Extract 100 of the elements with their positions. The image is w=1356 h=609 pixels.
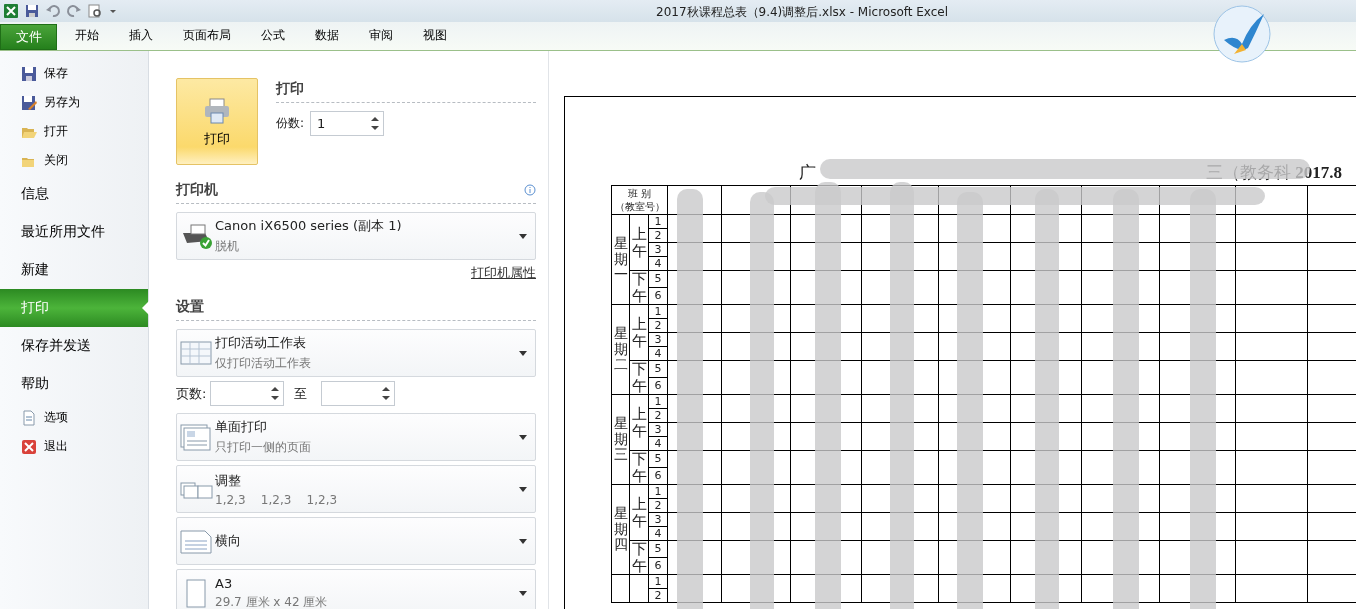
option-subtitle: 只打印一侧的页面: [215, 439, 312, 456]
save-icon[interactable]: [24, 3, 40, 19]
pages-label: 页数:: [176, 384, 207, 403]
period-number: 2: [648, 498, 668, 513]
nav-item[interactable]: 信息: [0, 175, 148, 213]
dropdown-caret-icon: [519, 590, 527, 596]
close-icon: [21, 438, 37, 455]
save-as-icon: [21, 94, 37, 111]
period-number: 5: [648, 360, 668, 378]
period-number: 1: [648, 574, 668, 589]
period-number: 2: [648, 228, 668, 243]
weekday-label: 星期一: [613, 236, 628, 283]
copies-label: 份数:: [276, 115, 305, 132]
nav-item[interactable]: 最近所用文件: [0, 213, 148, 251]
page-from-spinner[interactable]: [210, 381, 285, 406]
settings-dropdown[interactable]: 打印活动工作表 仅打印活动工作表: [176, 329, 536, 377]
nav-item[interactable]: 保存并发送: [0, 327, 148, 365]
settings-dropdown[interactable]: 调整 1,2,3 1,2,3 1,2,3: [176, 465, 536, 513]
option-subtitle: 仅打印活动工作表: [215, 355, 312, 372]
half-day-label: 上午: [631, 226, 647, 259]
dropdown-caret-icon: [519, 350, 527, 356]
page-to-spinner[interactable]: [321, 381, 396, 406]
section-heading: 打印: [276, 80, 305, 98]
printer-dropdown[interactable]: Canon iX6500 series (副本 1) 脱机: [176, 212, 536, 260]
option-title: 横向: [215, 532, 242, 550]
printer-status: 脱机: [215, 238, 240, 255]
half-day-label: 下午: [631, 271, 647, 304]
file-tab[interactable]: 文件: [0, 24, 57, 50]
period-number: 4: [648, 436, 668, 451]
half-day-label: 下午: [631, 451, 647, 484]
option-title: 打印活动工作表: [215, 334, 307, 352]
period-number: 1: [648, 304, 668, 319]
info-icon[interactable]: [524, 184, 536, 196]
print-button[interactable]: 打印: [176, 78, 258, 165]
nav-command[interactable]: 打开: [0, 117, 148, 146]
dropdown-caret-icon: [519, 538, 527, 544]
excel-icon[interactable]: [3, 3, 19, 19]
period-number: 3: [648, 242, 668, 257]
option-title: 单面打印: [215, 418, 268, 436]
document-icon: [21, 409, 37, 426]
printer-name: Canon iX6500 series (副本 1): [215, 217, 403, 235]
copies-spinner[interactable]: 1: [310, 111, 385, 136]
dropdown-caret-icon: [519, 434, 527, 440]
option-title: A3: [215, 575, 234, 591]
period-number: 3: [648, 332, 668, 347]
period-number: 4: [648, 256, 668, 271]
nav-item[interactable]: 帮助: [0, 365, 148, 403]
undo-icon[interactable]: [45, 3, 61, 19]
ribbon-tab[interactable]: 开始: [59, 27, 111, 50]
weekday-label: 星期二: [613, 326, 628, 373]
half-day-label: 上午: [631, 316, 647, 349]
nav-command[interactable]: 选项: [0, 403, 148, 432]
section-heading: 打印机: [176, 181, 218, 199]
printer-properties-link[interactable]: 打印机属性: [471, 264, 536, 282]
nav-item[interactable]: 新建: [0, 251, 148, 289]
ribbon-tab[interactable]: 审阅: [353, 27, 405, 50]
sheet-grid-icon: [179, 338, 213, 368]
period-number: 2: [648, 408, 668, 423]
option-title: 调整: [215, 471, 242, 490]
half-day-label: 下午: [631, 541, 647, 574]
save-icon: [21, 65, 37, 82]
nav-command[interactable]: 保存: [0, 59, 148, 88]
period-number: 1: [648, 484, 668, 499]
period-number: 5: [648, 270, 668, 288]
ribbon-tab[interactable]: 插入: [113, 27, 165, 50]
weekday-label: 星期三: [613, 416, 628, 463]
option-subtitle: 29.7 厘米 x 42 厘米: [215, 593, 329, 609]
period-number: 2: [648, 318, 668, 333]
print-preview-icon[interactable]: [87, 3, 103, 19]
half-day-label: 上午: [631, 406, 647, 439]
printer-icon: [202, 95, 232, 126]
period-number: 2: [648, 588, 668, 603]
period-number: 5: [648, 450, 668, 468]
period-number: 1: [648, 214, 668, 229]
nav-command[interactable]: 另存为: [0, 88, 148, 117]
ribbon-tab[interactable]: 视图: [407, 27, 459, 50]
period-number: 5: [648, 540, 668, 558]
ribbon-tab[interactable]: 页面布局: [167, 27, 243, 50]
section-heading: 设置: [176, 298, 204, 316]
option-subtitle: 1,2,3 1,2,3 1,2,3: [215, 492, 339, 507]
pages-icon: [179, 422, 213, 452]
table-header-cell: 班 别 （教室号）: [611, 185, 668, 215]
nav-command[interactable]: 退出: [0, 432, 148, 461]
settings-dropdown[interactable]: 单面打印 只打印一侧的页面: [176, 413, 536, 461]
dropdown-caret-icon: [519, 233, 527, 239]
half-day-label: 上午: [631, 496, 647, 529]
settings-dropdown[interactable]: A3 29.7 厘米 x 42 厘米: [176, 569, 536, 609]
dropdown-caret-icon: [519, 486, 527, 492]
redo-icon[interactable]: [66, 3, 82, 19]
weekday-label: 星期四: [613, 506, 628, 553]
period-number: 3: [648, 512, 668, 527]
settings-dropdown[interactable]: 横向: [176, 517, 536, 565]
period-number: 4: [648, 526, 668, 541]
period-number: 4: [648, 346, 668, 361]
period-number: 3: [648, 422, 668, 437]
period-number: 1: [648, 394, 668, 409]
ribbon-tab[interactable]: 数据: [299, 27, 351, 50]
sheet-title-start: 广: [799, 161, 816, 184]
ribbon-tab[interactable]: 公式: [245, 27, 297, 50]
nav-command[interactable]: 关闭: [0, 146, 148, 175]
